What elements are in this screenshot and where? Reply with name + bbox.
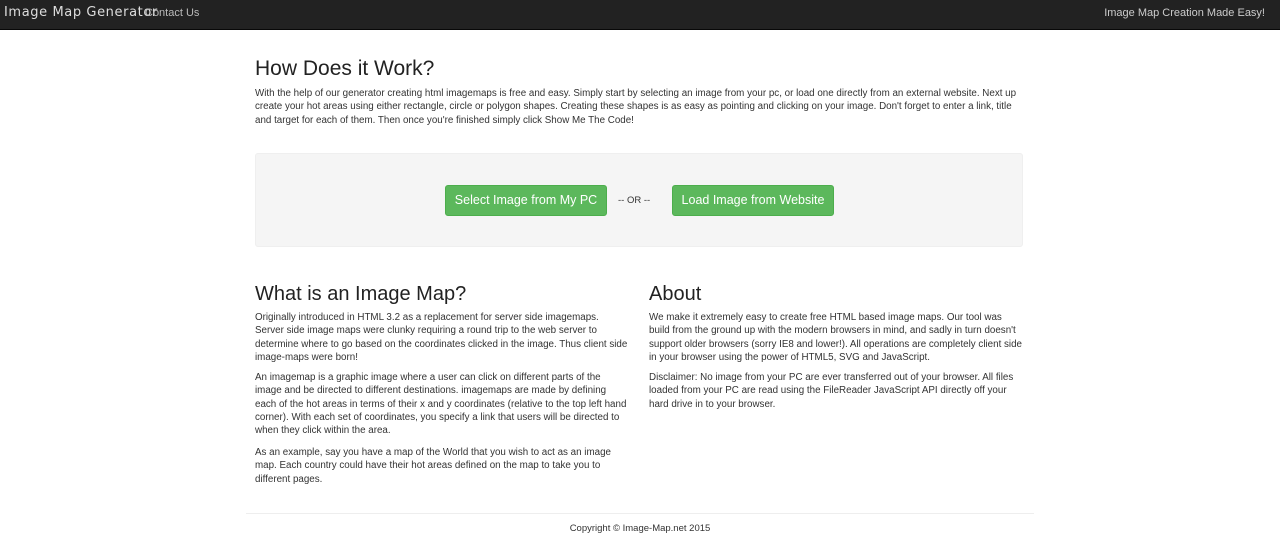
select-image-pc-button[interactable]: Select Image from My PC: [445, 185, 607, 216]
what-is-paragraph-1: Originally introduced in HTML 3.2 as a r…: [255, 312, 628, 363]
about-paragraph-2: Disclaimer: No image from your PC are ev…: [649, 372, 1014, 410]
or-separator: -- OR --: [618, 195, 651, 206]
what-is-paragraph-2: An imagemap is a graphic image where a u…: [255, 372, 627, 437]
nav-tagline: Image Map Creation Made Easy!: [1104, 7, 1265, 19]
about-title: About: [649, 283, 702, 305]
nav-contact-link[interactable]: Contact Us: [145, 6, 199, 20]
what-is-title: What is an Image Map?: [255, 283, 467, 305]
howto-text: With the help of our generator creating …: [255, 88, 1017, 126]
footer-copyright: Copyright © Image-Map.net 2015: [569, 523, 711, 534]
about-paragraph-1: We make it extremely easy to create free…: [649, 312, 1022, 363]
footer-divider: [246, 513, 1034, 514]
howto-title: How Does it Work?: [255, 57, 435, 80]
what-is-paragraph-3: As an example, say you have a map of the…: [255, 447, 611, 485]
load-image-website-button[interactable]: Load Image from Website: [672, 185, 834, 216]
image-loader-panel: Select Image from My PC -- OR -- Load Im…: [255, 153, 1023, 247]
brand-logo-text[interactable]: Image Map Generator: [4, 5, 158, 21]
top-navbar: Image Map Generator Contact Us Image Map…: [0, 0, 1280, 30]
